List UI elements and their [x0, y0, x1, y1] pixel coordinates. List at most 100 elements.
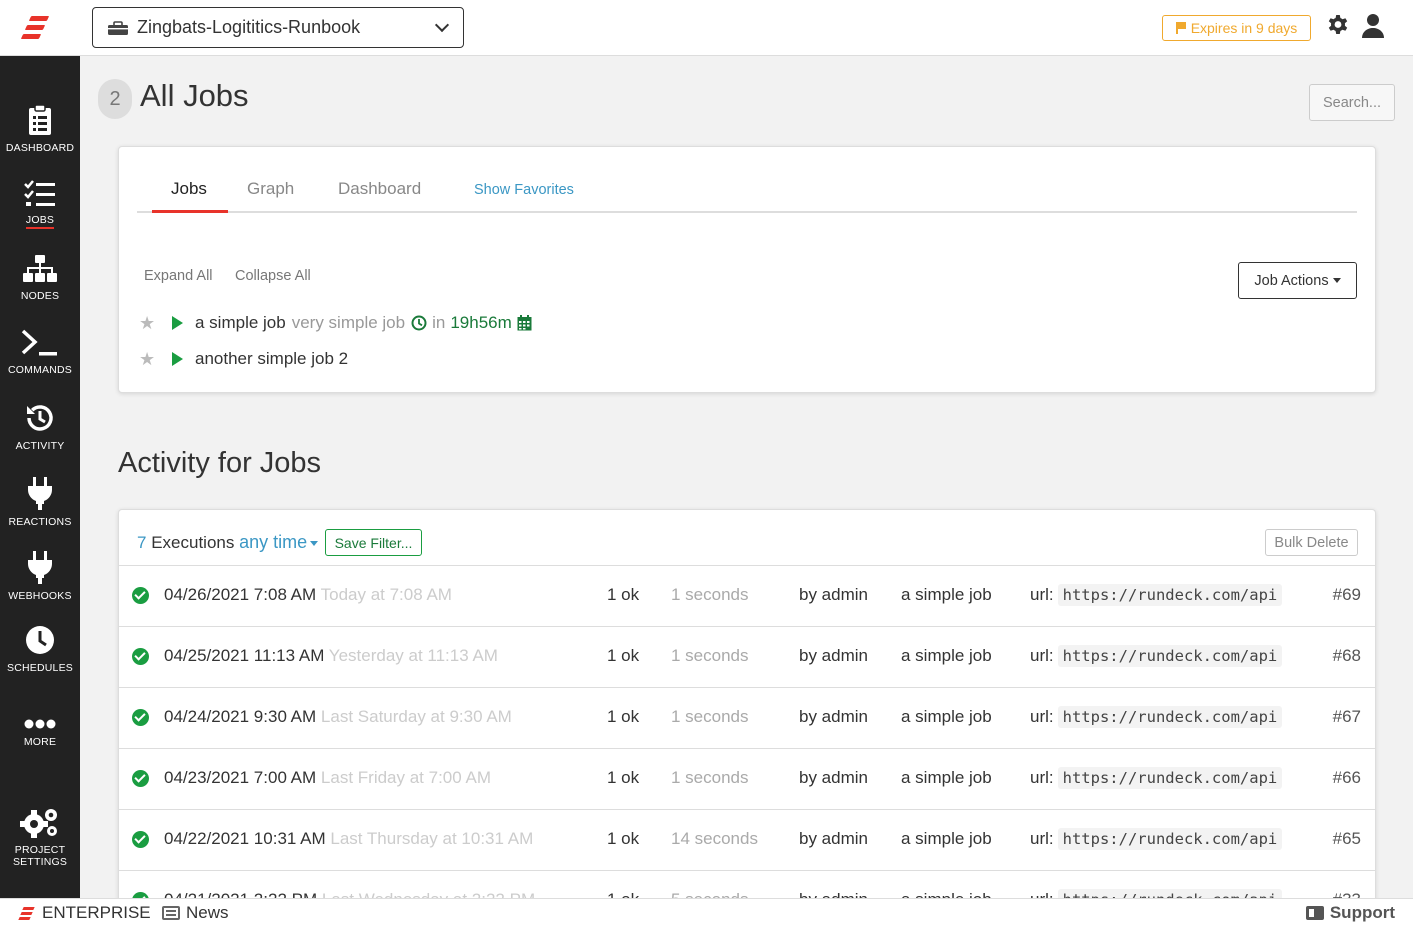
- plug-icon: [28, 477, 52, 510]
- url-label: url:: [1030, 585, 1054, 604]
- success-icon: [132, 648, 149, 665]
- executions-card: 7 Executions any time Save Filter... Bul…: [118, 509, 1376, 909]
- sidebar-item-schedules[interactable]: SCHEDULES: [0, 624, 80, 674]
- execution-duration: 1 seconds: [671, 768, 749, 787]
- execution-duration: 1 seconds: [671, 707, 749, 726]
- job-row: ★ another simple job 2: [139, 348, 354, 370]
- support-link[interactable]: Support: [1305, 903, 1395, 923]
- show-favorites-link[interactable]: Show Favorites: [474, 182, 574, 198]
- task-list-icon: [24, 180, 55, 206]
- url-value: https://rundeck.com/api: [1057, 706, 1283, 728]
- sidebar-label: JOBS: [25, 214, 55, 229]
- url-value: https://rundeck.com/api: [1057, 645, 1283, 667]
- execution-row[interactable]: 04/25/2021 11:13 AM Yesterday at 11:13 A…: [119, 627, 1375, 688]
- play-icon[interactable]: [172, 352, 183, 366]
- tab-dashboard[interactable]: Dashboard: [338, 179, 421, 199]
- activity-title: Activity for Jobs: [118, 447, 322, 479]
- user-icon[interactable]: [1361, 13, 1385, 39]
- execution-job: a simple job: [901, 768, 992, 787]
- sidebar-item-nodes[interactable]: NODES: [0, 254, 80, 302]
- execution-number[interactable]: #69: [1333, 585, 1361, 605]
- execution-date: 04/26/2021 7:08 AM Today at 7:08 AM: [164, 585, 452, 605]
- execution-row[interactable]: 04/24/2021 9:30 AM Last Saturday at 9:30…: [119, 688, 1375, 749]
- terminal-icon: [21, 329, 57, 356]
- sidebar-label: DASHBOARD: [5, 142, 75, 154]
- sidebar-label: PROJECT: [14, 844, 66, 856]
- time-filter-label: any time: [239, 532, 308, 552]
- execution-row[interactable]: 04/26/2021 7:08 AM Today at 7:08 AM 1 ok…: [119, 566, 1375, 627]
- collapse-all-link[interactable]: Collapse All: [235, 268, 311, 284]
- save-filter-button[interactable]: Save Filter...: [325, 529, 422, 556]
- clock-icon: [411, 315, 427, 331]
- schedule-prefix: in: [432, 313, 446, 332]
- job-name-link[interactable]: a simple job: [195, 313, 286, 333]
- time-filter-dropdown[interactable]: any time: [239, 532, 319, 552]
- job-actions-button[interactable]: Job Actions: [1238, 262, 1357, 299]
- execution-status: 1 ok: [607, 829, 640, 848]
- execution-row[interactable]: 04/23/2021 7:00 AM Last Friday at 7:00 A…: [119, 749, 1375, 810]
- sidebar-item-project-settings[interactable]: PROJECT SETTINGS: [0, 806, 80, 868]
- search-button[interactable]: Search...: [1309, 84, 1395, 121]
- execution-duration: 1 seconds: [671, 646, 749, 665]
- sidebar-label: ACTIVITY: [15, 440, 65, 452]
- briefcase-icon: [107, 20, 129, 35]
- project-select[interactable]: Zingbats-Logititics-Runbook: [92, 7, 464, 48]
- history-icon: [27, 405, 53, 431]
- execution-number[interactable]: #67: [1333, 707, 1361, 727]
- jobs-card: Jobs Graph Dashboard Show Favorites Expa…: [118, 146, 1376, 393]
- calendar-icon: [517, 315, 532, 331]
- clipboard-icon: [29, 104, 51, 135]
- tab-jobs[interactable]: Jobs: [171, 179, 207, 199]
- play-icon[interactable]: [172, 316, 183, 330]
- execution-status: 1 ok: [607, 646, 640, 665]
- success-icon: [132, 709, 149, 726]
- rundeck-logo[interactable]: [20, 14, 54, 42]
- bulk-delete-button[interactable]: Bulk Delete: [1265, 529, 1358, 556]
- date-absolute: 04/26/2021 7:08 AM: [164, 585, 317, 604]
- star-icon[interactable]: ★: [139, 313, 161, 334]
- rundeck-logo: [18, 906, 35, 921]
- sidebar-label: WEBHOOKS: [8, 590, 72, 602]
- success-icon: [132, 770, 149, 787]
- sidebar-item-jobs[interactable]: JOBS: [0, 180, 80, 229]
- chevron-down-icon: [434, 17, 450, 33]
- sidebar-label: MORE: [23, 736, 57, 748]
- caret-down-icon: [1332, 278, 1341, 283]
- expires-badge[interactable]: Expires in 9 days: [1162, 15, 1311, 41]
- execution-date: 04/25/2021 11:13 AM Yesterday at 11:13 A…: [164, 646, 498, 666]
- gear-icon[interactable]: [1326, 14, 1350, 38]
- news-label: News: [186, 903, 229, 922]
- execution-user: by admin: [799, 829, 868, 848]
- execution-job: a simple job: [901, 585, 992, 604]
- execution-status: 1 ok: [607, 707, 640, 726]
- sidebar-item-more[interactable]: MORE: [0, 718, 80, 748]
- sidebar-item-activity[interactable]: ACTIVITY: [0, 402, 80, 452]
- job-name-link[interactable]: another simple job 2: [195, 349, 348, 369]
- date-absolute: 04/22/2021 10:31 AM: [164, 829, 326, 848]
- sidebar-item-webhooks[interactable]: WEBHOOKS: [0, 550, 80, 602]
- success-icon: [132, 587, 149, 604]
- star-icon[interactable]: ★: [139, 349, 161, 370]
- execution-url: url:https://rundeck.com/api: [1030, 828, 1283, 850]
- sidebar-label: SCHEDULES: [7, 662, 73, 674]
- sidebar-item-reactions[interactable]: REACTIONS: [0, 476, 80, 528]
- news-link[interactable]: News: [162, 903, 229, 923]
- sidebar-item-dashboard[interactable]: DASHBOARD: [0, 104, 80, 154]
- execution-number[interactable]: #66: [1333, 768, 1361, 788]
- execution-number[interactable]: #65: [1333, 829, 1361, 849]
- execution-number[interactable]: #68: [1333, 646, 1361, 666]
- execution-user: by admin: [799, 646, 868, 665]
- support-label: Support: [1329, 903, 1395, 922]
- expand-all-link[interactable]: Expand All: [144, 268, 213, 284]
- date-absolute: 04/25/2021 11:13 AM: [164, 646, 325, 665]
- tab-graph[interactable]: Graph: [247, 179, 294, 199]
- execution-row[interactable]: 04/22/2021 10:31 AM Last Thursday at 10:…: [119, 810, 1375, 871]
- schedule-time: 19h56m: [450, 313, 512, 332]
- url-value: https://rundeck.com/api: [1057, 828, 1283, 850]
- page-title: All Jobs: [140, 78, 249, 113]
- url-label: url:: [1030, 707, 1054, 726]
- execution-status: 1 ok: [607, 585, 640, 604]
- date-absolute: 04/23/2021 7:00 AM: [164, 768, 317, 787]
- date-relative: Yesterday at 11:13 AM: [328, 646, 498, 665]
- sidebar-item-commands[interactable]: COMMANDS: [0, 328, 80, 376]
